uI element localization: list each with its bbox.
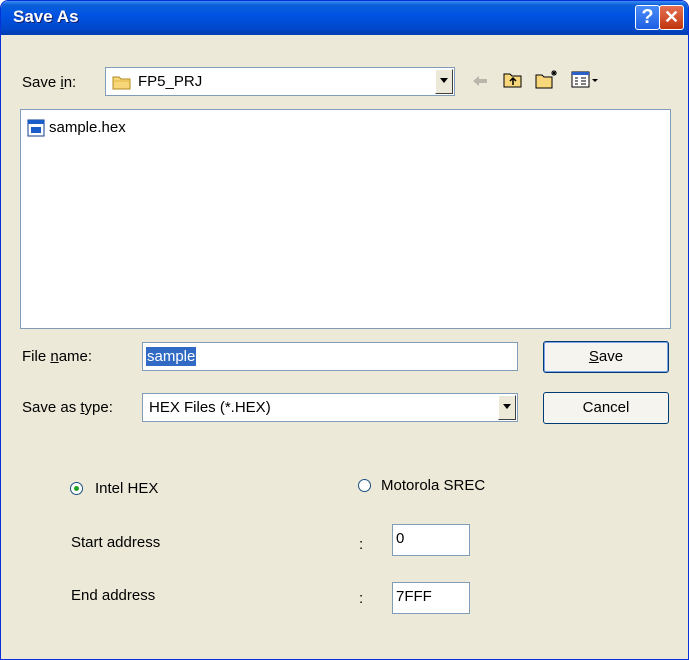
view-menu-icon[interactable] xyxy=(571,71,601,93)
save-as-type-label: Save as type: xyxy=(22,399,113,416)
close-button[interactable]: ✕ xyxy=(659,5,684,30)
chevron-down-icon[interactable] xyxy=(498,395,516,420)
help-button[interactable]: ? xyxy=(635,5,660,30)
save-as-type-dropdown[interactable]: HEX Files (*.HEX) xyxy=(142,393,518,422)
file-type-value: HEX Files (*.HEX) xyxy=(149,399,271,416)
start-address-input[interactable]: 0 xyxy=(392,524,470,556)
new-folder-icon[interactable] xyxy=(535,69,559,93)
end-address-value: 7FFF xyxy=(396,588,432,605)
file-name-input[interactable]: sample xyxy=(142,342,518,371)
save-button[interactable]: Save xyxy=(543,341,669,373)
start-address-value: 0 xyxy=(396,530,405,547)
up-folder-icon[interactable] xyxy=(503,71,523,93)
end-address-label: End address xyxy=(71,587,156,604)
chevron-down-icon[interactable] xyxy=(435,69,453,94)
end-address-input[interactable]: 7FFF xyxy=(392,582,470,614)
save-in-dropdown[interactable]: FP5_PRJ xyxy=(105,67,455,96)
motorola-srec-label: Motorola SREC xyxy=(381,477,486,494)
save-as-dialog: Save As ? ✕ Save in: FP5_PRJ sample.hex … xyxy=(0,0,689,660)
intel-hex-radio[interactable] xyxy=(70,482,83,495)
file-name-label: File name: xyxy=(22,348,93,365)
motorola-srec-radio[interactable] xyxy=(358,479,371,492)
folder-icon xyxy=(112,74,132,94)
hex-file-icon xyxy=(27,119,45,141)
file-list[interactable]: sample.hex xyxy=(20,109,671,329)
file-name: sample.hex xyxy=(49,119,126,136)
save-in-label: Save in: xyxy=(22,74,77,91)
title-bar[interactable]: Save As ? ✕ xyxy=(1,1,688,35)
dialog-title: Save As xyxy=(13,7,79,26)
file-item[interactable]: sample.hex xyxy=(27,118,167,138)
intel-hex-label: Intel HEX xyxy=(95,480,159,497)
back-arrow-icon[interactable] xyxy=(471,73,489,93)
cancel-button[interactable]: Cancel xyxy=(543,392,669,424)
end-address-colon: : xyxy=(359,590,364,607)
start-address-label: Start address xyxy=(71,534,161,551)
file-name-value: sample xyxy=(146,347,197,366)
current-folder: FP5_PRJ xyxy=(138,73,203,90)
start-address-colon: : xyxy=(359,536,364,553)
